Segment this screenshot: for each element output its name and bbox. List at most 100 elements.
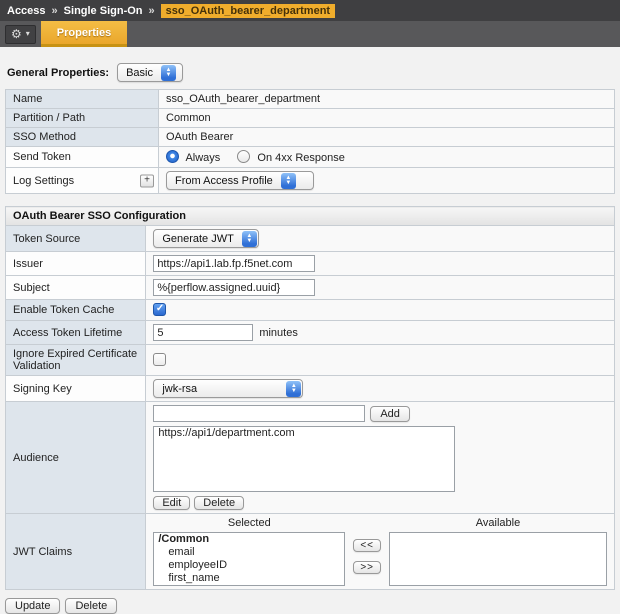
tab-properties-label: Properties (57, 27, 111, 39)
name-label: Name (6, 90, 159, 109)
log-settings-value-cell: From Access Profile ▲▼ (159, 168, 615, 194)
token-source-selected-value: Generate JWT (162, 233, 234, 245)
oauth-config-table: OAuth Bearer SSO Configuration Token Sou… (5, 206, 615, 590)
select-arrows-icon: ▲▼ (242, 231, 257, 247)
signing-key-selected-value: jwk-rsa (162, 383, 278, 395)
jwt-claims-available-column: Available (389, 517, 607, 586)
jwt-claims-label: JWT Claims (6, 514, 146, 590)
selected-column-header: Selected (153, 517, 345, 529)
table-row: JWT Claims Selected /Commonemailemployee… (6, 514, 615, 590)
table-row: Enable Token Cache (6, 300, 615, 321)
access-token-lifetime-input[interactable] (153, 324, 253, 341)
partition-path-label: Partition / Path (6, 109, 159, 128)
tab-properties[interactable]: Properties (41, 21, 127, 47)
send-token-label: Send Token (6, 147, 159, 168)
tab-strip: ⚙ ▾ Properties (0, 21, 620, 47)
audience-label: Audience (6, 402, 146, 514)
chevron-down-icon: ▾ (26, 30, 30, 38)
table-row: Access Token Lifetime minutes (6, 321, 615, 345)
main-content: General Properties: Basic ▲▼ Name sso_OA… (0, 47, 620, 614)
issuer-label: Issuer (6, 252, 146, 276)
breadcrumb: Access » Single Sign-On » sso_OAuth_bear… (0, 0, 620, 21)
log-settings-label: Log Settings (13, 175, 74, 187)
signing-key-value-cell: jwk-rsa ▲▼ (146, 376, 615, 402)
send-token-option-always[interactable]: Always (166, 152, 223, 164)
table-row: Audience Add https://api1/department.com… (6, 402, 615, 514)
table-row: Subject (6, 276, 615, 300)
send-token-radio-always[interactable] (166, 150, 179, 163)
access-token-lifetime-value-cell: minutes (146, 321, 615, 345)
audience-add-row: Add (153, 405, 607, 422)
access-token-lifetime-label: Access Token Lifetime (6, 321, 146, 345)
move-to-available-button[interactable]: >> (353, 561, 381, 574)
jwt-claims-value-cell: Selected /CommonemailemployeeIDfirst_nam… (146, 514, 615, 590)
signing-key-label: Signing Key (6, 376, 146, 402)
table-row: Issuer (6, 252, 615, 276)
page-options-button[interactable]: ⚙ ▾ (5, 25, 36, 44)
breadcrumb-item-single-sign-on[interactable]: Single Sign-On (64, 5, 143, 17)
partition-path-value: Common (159, 109, 615, 128)
list-item[interactable]: email (154, 546, 344, 559)
gear-icon: ⚙ (11, 28, 22, 40)
general-properties-header: General Properties: Basic ▲▼ (7, 63, 620, 82)
ignore-expired-cert-label: Ignore Expired Certificate Validation (6, 345, 146, 376)
list-item[interactable]: https://api1/department.com (154, 427, 454, 440)
table-row: Send Token Always On 4xx Response (6, 147, 615, 168)
enable-token-cache-checkbox[interactable] (153, 303, 166, 316)
general-properties-mode-select[interactable]: Basic ▲▼ (117, 63, 183, 82)
token-source-label: Token Source (6, 226, 146, 252)
enable-token-cache-label: Enable Token Cache (6, 300, 146, 321)
action-bar: Update Delete (5, 598, 620, 614)
ignore-expired-cert-checkbox[interactable] (153, 353, 166, 366)
subject-input[interactable] (153, 279, 315, 296)
table-row: SSO Method OAuth Bearer (6, 128, 615, 147)
list-item[interactable]: /Common (154, 533, 344, 546)
log-settings-select[interactable]: From Access Profile ▲▼ (166, 171, 314, 190)
table-row: Signing Key jwk-rsa ▲▼ (6, 376, 615, 402)
list-item[interactable]: first_name (154, 572, 344, 585)
jwt-claims-selected-column: Selected /CommonemailemployeeIDfirst_nam… (153, 517, 345, 586)
send-token-option-always-label: Always (185, 152, 220, 164)
audience-listbox[interactable]: https://api1/department.com (153, 426, 455, 492)
bigip-tmui-page: Access » Single Sign-On » sso_OAuth_bear… (0, 0, 620, 592)
breadcrumb-separator-icon: » (52, 5, 58, 17)
audience-delete-button[interactable]: Delete (194, 496, 244, 510)
log-settings-label-cell: Log Settings + (6, 168, 159, 194)
select-arrows-icon: ▲▼ (281, 173, 296, 189)
jwt-claims-selected-listbox[interactable]: /CommonemailemployeeIDfirst_name (153, 532, 345, 586)
access-token-lifetime-unit: minutes (259, 327, 298, 339)
send-token-radio-on-4xx[interactable] (237, 150, 250, 163)
breadcrumb-item-access[interactable]: Access (7, 5, 46, 17)
token-source-select[interactable]: Generate JWT ▲▼ (153, 229, 259, 248)
name-value: sso_OAuth_bearer_department (159, 90, 615, 109)
move-to-selected-button[interactable]: << (353, 539, 381, 552)
jwt-claims-available-listbox[interactable] (389, 532, 607, 586)
jwt-claims-picker: Selected /CommonemailemployeeIDfirst_nam… (153, 517, 607, 586)
selected-mode-value: Basic (126, 67, 153, 79)
jwt-claims-move-buttons: << >> (345, 539, 389, 574)
sso-method-value: OAuth Bearer (159, 128, 615, 147)
log-settings-selected-value: From Access Profile (175, 175, 273, 187)
audience-actions: Edit Delete (153, 496, 607, 510)
available-column-header: Available (389, 517, 607, 529)
audience-value-cell: Add https://api1/department.com Edit Del… (146, 402, 615, 514)
issuer-input[interactable] (153, 255, 315, 272)
ignore-expired-cert-value-cell (146, 345, 615, 376)
audience-input[interactable] (153, 405, 365, 422)
subject-value-cell (146, 276, 615, 300)
general-properties-heading: General Properties: (7, 67, 109, 79)
update-button[interactable]: Update (5, 598, 60, 614)
audience-add-button[interactable]: Add (370, 406, 410, 422)
table-row: Partition / Path Common (6, 109, 615, 128)
delete-button[interactable]: Delete (65, 598, 117, 614)
breadcrumb-current-item: sso_OAuth_bearer_department (161, 4, 335, 18)
signing-key-select[interactable]: jwk-rsa ▲▼ (153, 379, 303, 398)
enable-token-cache-value-cell (146, 300, 615, 321)
audience-edit-button[interactable]: Edit (153, 496, 190, 510)
send-token-option-on-4xx[interactable]: On 4xx Response (237, 152, 345, 164)
table-row: Name sso_OAuth_bearer_department (6, 90, 615, 109)
log-settings-expand-button[interactable]: + (140, 174, 154, 187)
list-item[interactable]: employeeID (154, 559, 344, 572)
general-properties-table: Name sso_OAuth_bearer_department Partiti… (5, 89, 615, 194)
select-arrows-icon: ▲▼ (161, 65, 176, 81)
